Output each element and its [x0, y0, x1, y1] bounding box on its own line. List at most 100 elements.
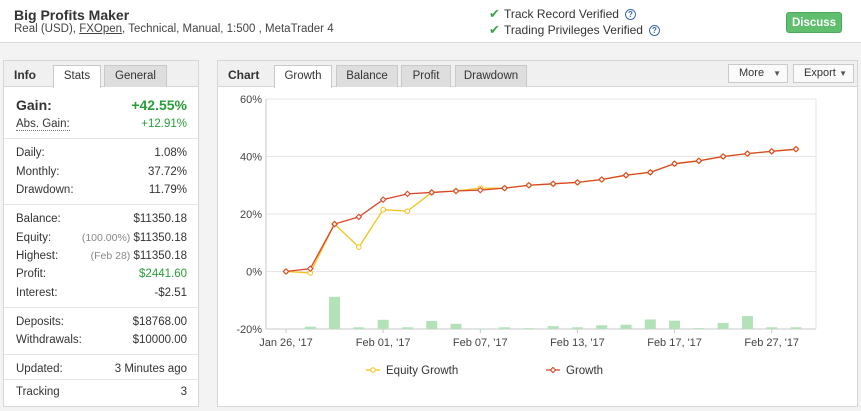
equity-value: $11350.18: [133, 232, 187, 244]
volume-bar: [741, 316, 753, 329]
volume-bar: [620, 324, 632, 329]
abs-gain-value: +12.91%: [141, 118, 187, 130]
tab-balance[interactable]: Balance: [336, 65, 398, 87]
more-dropdown[interactable]: More ▼: [728, 64, 788, 83]
volume-bar: [499, 327, 511, 329]
volume-bar: [693, 328, 705, 329]
daily-value: 1.08%: [154, 147, 187, 159]
divider: [4, 354, 200, 355]
growth-chart[interactable]: 60% 40% 20% 0% -20%Jan 26, '17 Feb 01, '17 Feb…: [218, 88, 857, 406]
abs-gain-label[interactable]: Abs. Gain:: [16, 118, 70, 131]
y-tick-label: 40%: [240, 152, 262, 164]
track-record-verified: ✔ Track Record Verified ?: [489, 6, 636, 22]
chart-title: Chart: [228, 68, 260, 82]
x-tick-label: Feb 07, '17: [453, 337, 508, 349]
track-record-label: Track Record Verified: [504, 7, 619, 21]
deposits-value: $18768.00: [132, 316, 187, 328]
x-tick-label: Feb 13, '17: [550, 337, 605, 349]
trading-privileges-label: Trading Privileges Verified: [504, 23, 643, 37]
help-icon[interactable]: ?: [648, 24, 660, 36]
divider: [4, 138, 200, 139]
help-icon[interactable]: ?: [624, 8, 636, 20]
equity-growth-point: [404, 208, 411, 214]
equity-value-wrap: (100.00%) $11350.18: [82, 232, 187, 244]
volume-bar: [523, 328, 535, 329]
volume-bar: [474, 328, 486, 329]
volume-bar: [766, 327, 778, 329]
tab-profit[interactable]: Profit: [401, 65, 451, 87]
legend-label: Equity Growth: [386, 365, 458, 377]
updated-value: 3 Minutes ago: [114, 363, 187, 375]
volume-bar: [669, 320, 681, 329]
y-tick-label: 20%: [240, 209, 262, 221]
chart-panel: Chart Growth Balance Profit Drawdown Mor…: [217, 60, 858, 407]
tracking-label: Tracking: [16, 386, 60, 398]
profit-label: Profit:: [16, 268, 47, 280]
balance-value: $11350.18: [133, 213, 187, 225]
volume-bar: [329, 296, 341, 329]
divider: [4, 204, 200, 205]
drawdown-value: 11.79%: [148, 184, 187, 196]
profit-value: $2441.60: [139, 268, 187, 280]
tracking-value: 3: [180, 386, 187, 398]
trading-privileges-verified: ✔ Trading Privileges Verified ?: [489, 22, 660, 38]
volume-bar: [571, 327, 583, 329]
tab-drawdown[interactable]: Drawdown: [455, 65, 527, 87]
legend-marker: [549, 366, 557, 374]
equity-growth-line: [285, 148, 797, 274]
system-name: Big Profits Maker: [14, 7, 130, 23]
caret-down-icon: ▼: [773, 69, 781, 78]
volume-bar: [353, 327, 365, 329]
x-tick-label: Jan 26, '17: [259, 337, 312, 349]
y-tick-label: -20%: [236, 324, 262, 336]
divider: [4, 307, 200, 308]
updated-label: Updated:: [16, 363, 63, 375]
deposits-label: Deposits:: [16, 316, 64, 328]
more-label: More: [739, 67, 765, 79]
gain-value: +42.55%: [131, 97, 187, 113]
legend-label: Growth: [566, 365, 603, 377]
highest-value-wrap: (Feb 28) $11350.18: [91, 250, 187, 262]
tab-growth[interactable]: Growth: [274, 65, 332, 88]
volume-bar: [644, 319, 656, 329]
gain-label: Gain:: [16, 97, 52, 113]
volume-bar: [401, 327, 413, 329]
system-meta: Real (USD), FXOpen, Technical, Manual, 1…: [14, 23, 334, 35]
drawdown-label: Drawdown:: [16, 184, 74, 196]
volume-bar: [377, 319, 389, 329]
export-dropdown[interactable]: Export ▼: [793, 64, 854, 83]
info-tabbar: Info Stats General: [4, 61, 198, 88]
caret-down-icon: ▼: [839, 69, 847, 78]
chart-tabbar: Chart Growth Balance Profit Drawdown Mor…: [218, 61, 857, 88]
export-label: Export: [804, 67, 836, 79]
interest-label: Interest:: [16, 287, 58, 299]
withdrawals-value: $10000.00: [132, 334, 187, 346]
legend-marker: [370, 367, 376, 373]
y-tick-label: 60%: [240, 94, 262, 106]
broker-link[interactable]: FXOpen: [79, 23, 122, 35]
monthly-label: Monthly:: [16, 166, 60, 178]
x-tick-label: Feb 17, '17: [647, 337, 702, 349]
highest-date: (Feb 28): [90, 250, 131, 262]
highest-value: $11350.18: [133, 250, 187, 262]
x-tick-label: Feb 27, '17: [744, 337, 799, 349]
daily-label: Daily:: [16, 147, 45, 159]
x-tick-label: Feb 01, '17: [356, 337, 411, 349]
tab-stats[interactable]: Stats: [53, 65, 101, 88]
divider: [4, 379, 200, 380]
equity-growth-point: [356, 244, 362, 250]
checkmark-icon: ✔: [489, 22, 500, 37]
info-panel: Info Stats General Gain: +42.55% Abs. Ga…: [3, 60, 200, 407]
growth-point: [404, 190, 411, 198]
equity-label: Equity:: [16, 232, 52, 244]
monthly-value: 37.72%: [147, 166, 187, 178]
equity-percent: (100.00%): [81, 232, 131, 244]
tab-general[interactable]: General: [104, 65, 167, 87]
volume-bar: [450, 323, 462, 329]
discuss-button[interactable]: Discuss: [786, 12, 842, 33]
checkmark-icon: ✔: [489, 6, 500, 21]
highest-label: Highest:: [16, 250, 59, 262]
y-tick-label: 0%: [246, 267, 262, 279]
volume-bar: [790, 327, 802, 329]
balance-label: Balance:: [16, 213, 61, 225]
